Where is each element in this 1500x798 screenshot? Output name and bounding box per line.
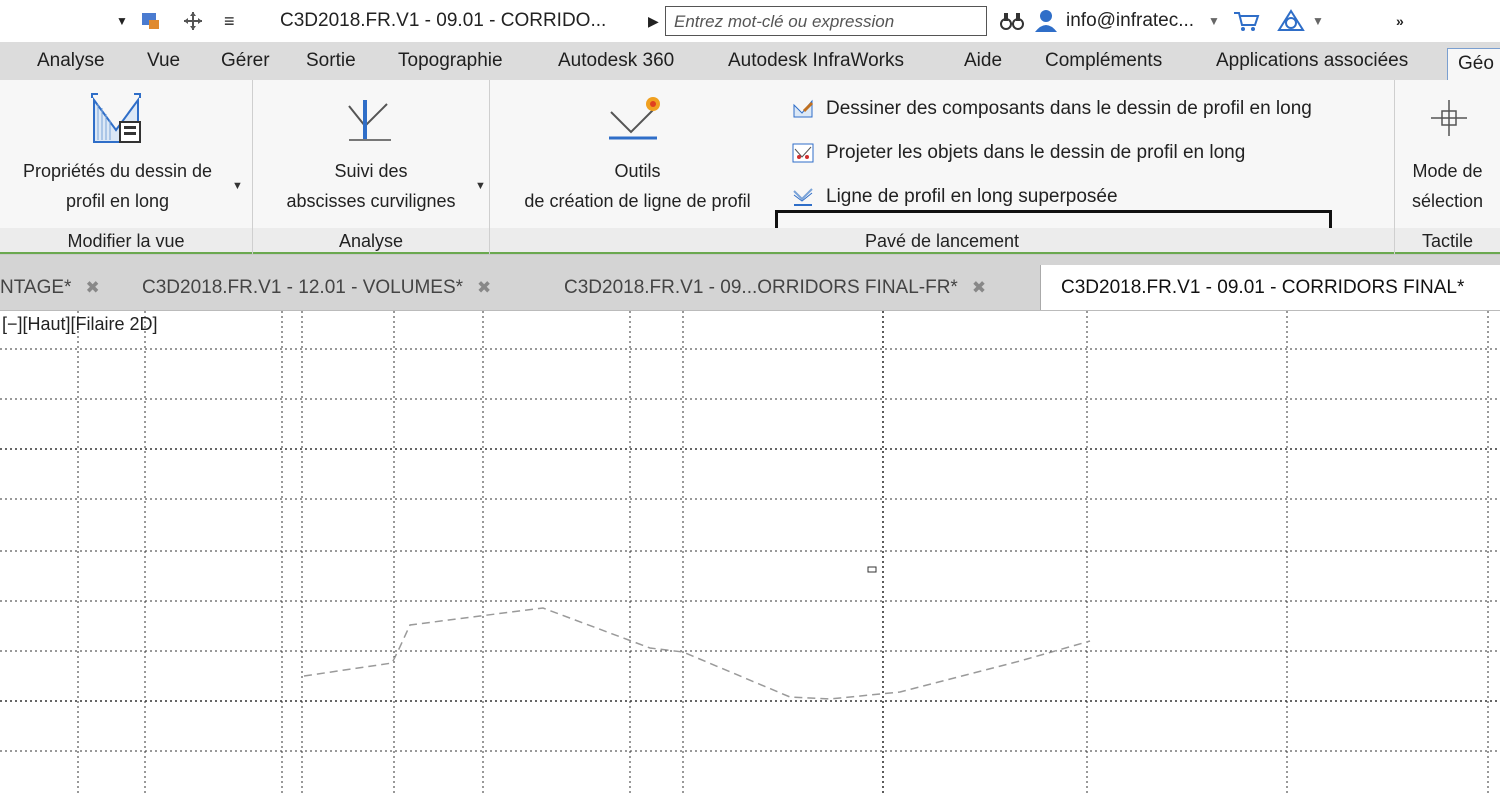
close-icon[interactable]: ✖: [972, 278, 986, 297]
tab-geo[interactable]: Géo: [1447, 48, 1500, 81]
superimpose-profile-icon: [792, 187, 814, 207]
button-label-line2: de création de ligne de profil: [524, 191, 751, 211]
button-label-line2: sélection: [1411, 191, 1484, 211]
chevron-down-icon[interactable]: ▼: [232, 180, 243, 192]
button-label-line2: profil en long: [65, 191, 170, 211]
panel-title-modifier-la-vue: Modifier la vue: [0, 228, 252, 254]
tab-analyse[interactable]: Analyse: [37, 42, 105, 80]
a360-icon[interactable]: [1276, 0, 1306, 42]
selection-mode-button[interactable]: Mode de sélection: [1395, 80, 1500, 228]
tab-gerer[interactable]: Gérer: [221, 42, 270, 80]
title-bar: ▼ ≡ C3D2018.FR.V1 - 09.01 - CORRIDO... ▶…: [0, 0, 1500, 42]
tab-aide[interactable]: Aide: [964, 42, 1002, 80]
command-label: Projeter les objets dans le dessin de pr…: [826, 142, 1246, 163]
tab-label: C3D2018.FR.V1 - 12.01 - VOLUMES*: [142, 277, 464, 298]
document-tab[interactable]: C3D2018.FR.V1 - 09...ORRIDORS FINAL-FR* ✖: [564, 265, 986, 310]
panel-title-analyse: Analyse: [253, 228, 489, 254]
qat-menu-icon[interactable]: ≡: [224, 0, 235, 42]
document-title: C3D2018.FR.V1 - 09.01 - CORRIDO...: [280, 10, 607, 31]
document-tabs: NTAGE* ✖ C3D2018.FR.V1 - 12.01 - VOLUMES*…: [0, 255, 1500, 311]
close-icon[interactable]: ✖: [85, 278, 99, 297]
button-label-line2: abscisses curvilignes: [286, 191, 456, 211]
tab-label: C3D2018.FR.V1 - 09...ORRIDORS FINAL-FR*: [564, 277, 958, 298]
station-tracker-button[interactable]: Suivi des abscisses curvilignes ▼: [253, 80, 489, 228]
superimposed-profile-command[interactable]: Ligne de profil en long superposée: [792, 183, 1118, 211]
cart-icon[interactable]: [1232, 0, 1260, 42]
command-label: Dessiner des composants dans le dessin d…: [826, 98, 1312, 119]
binoculars-icon[interactable]: [998, 0, 1026, 42]
command-label: Ligne de profil en long superposée: [826, 186, 1118, 207]
move-icon[interactable]: [180, 0, 206, 42]
tab-topographie[interactable]: Topographie: [398, 42, 503, 80]
button-label-line1: Propriétés du dessin de: [22, 161, 213, 181]
chevron-down-icon[interactable]: ▼: [475, 180, 486, 192]
tab-vue[interactable]: Vue: [147, 42, 180, 80]
user-account[interactable]: info@infratec...: [1066, 0, 1194, 42]
tab-applications-associees[interactable]: Applications associées: [1216, 42, 1408, 80]
profile-creation-icon: [605, 92, 665, 151]
panel-title-tactile: Tactile: [1395, 228, 1500, 254]
panel-title-pave-de-lancement: Pavé de lancement: [490, 228, 1394, 254]
overflow-icon[interactable]: »: [1396, 0, 1404, 42]
station-tracker-icon: [345, 98, 395, 147]
button-label-line1: Outils: [614, 161, 661, 181]
viewport-controls[interactable]: [−][Haut][Filaire 2D]: [2, 314, 158, 335]
expand-arrow-icon[interactable]: ▶: [648, 0, 659, 42]
ribbon: Propriétés du dessin de profil en long ▼…: [0, 80, 1500, 255]
document-tab[interactable]: C3D2018.FR.V1 - 12.01 - VOLUMES* ✖: [142, 265, 491, 310]
document-tab[interactable]: NTAGE* ✖: [0, 265, 100, 310]
pencil-profile-icon: [792, 99, 814, 119]
tab-complements[interactable]: Compléments: [1045, 42, 1162, 80]
project-objects-icon: [792, 143, 814, 163]
profile-properties-icon: [88, 90, 144, 151]
tab-autodesk-360[interactable]: Autodesk 360: [558, 42, 674, 80]
profile-grid: [0, 311, 1500, 793]
drawing-canvas[interactable]: [0, 311, 1500, 793]
button-label-line1: Mode de: [1412, 161, 1483, 181]
profile-creation-tools-button[interactable]: Outils de création de ligne de profil: [490, 80, 785, 228]
document-tab-active[interactable]: C3D2018.FR.V1 - 09.01 - CORRIDORS FINAL*: [1040, 265, 1500, 310]
draw-components-command[interactable]: Dessiner des composants dans le dessin d…: [792, 95, 1312, 123]
tab-autodesk-infraworks[interactable]: Autodesk InfraWorks: [728, 42, 904, 80]
tab-sortie[interactable]: Sortie: [306, 42, 356, 80]
qat-dropdown[interactable]: ▼: [116, 0, 128, 42]
chevron-down-icon[interactable]: ▼: [1208, 0, 1220, 42]
ribbon-tabs: Analyse Vue Gérer Sortie Topographie Aut…: [0, 42, 1500, 81]
chevron-down-icon[interactable]: ▼: [1312, 0, 1324, 42]
user-icon[interactable]: [1033, 0, 1059, 42]
chevron-down-icon: ▼: [116, 14, 128, 28]
color-picker-icon[interactable]: [140, 0, 162, 42]
button-label-line1: Suivi des: [334, 161, 408, 181]
tab-label: NTAGE*: [0, 277, 72, 298]
tab-label: C3D2018.FR.V1 - 09.01 - CORRIDORS FINAL*: [1061, 277, 1465, 298]
close-icon[interactable]: ✖: [477, 278, 491, 297]
crosshair-icon: [1429, 98, 1469, 143]
search-input[interactable]: Entrez mot-clé ou expression: [665, 6, 987, 36]
project-objects-command[interactable]: Projeter les objets dans le dessin de pr…: [792, 139, 1245, 167]
profile-view-properties-button[interactable]: Propriétés du dessin de profil en long ▼: [0, 80, 252, 228]
